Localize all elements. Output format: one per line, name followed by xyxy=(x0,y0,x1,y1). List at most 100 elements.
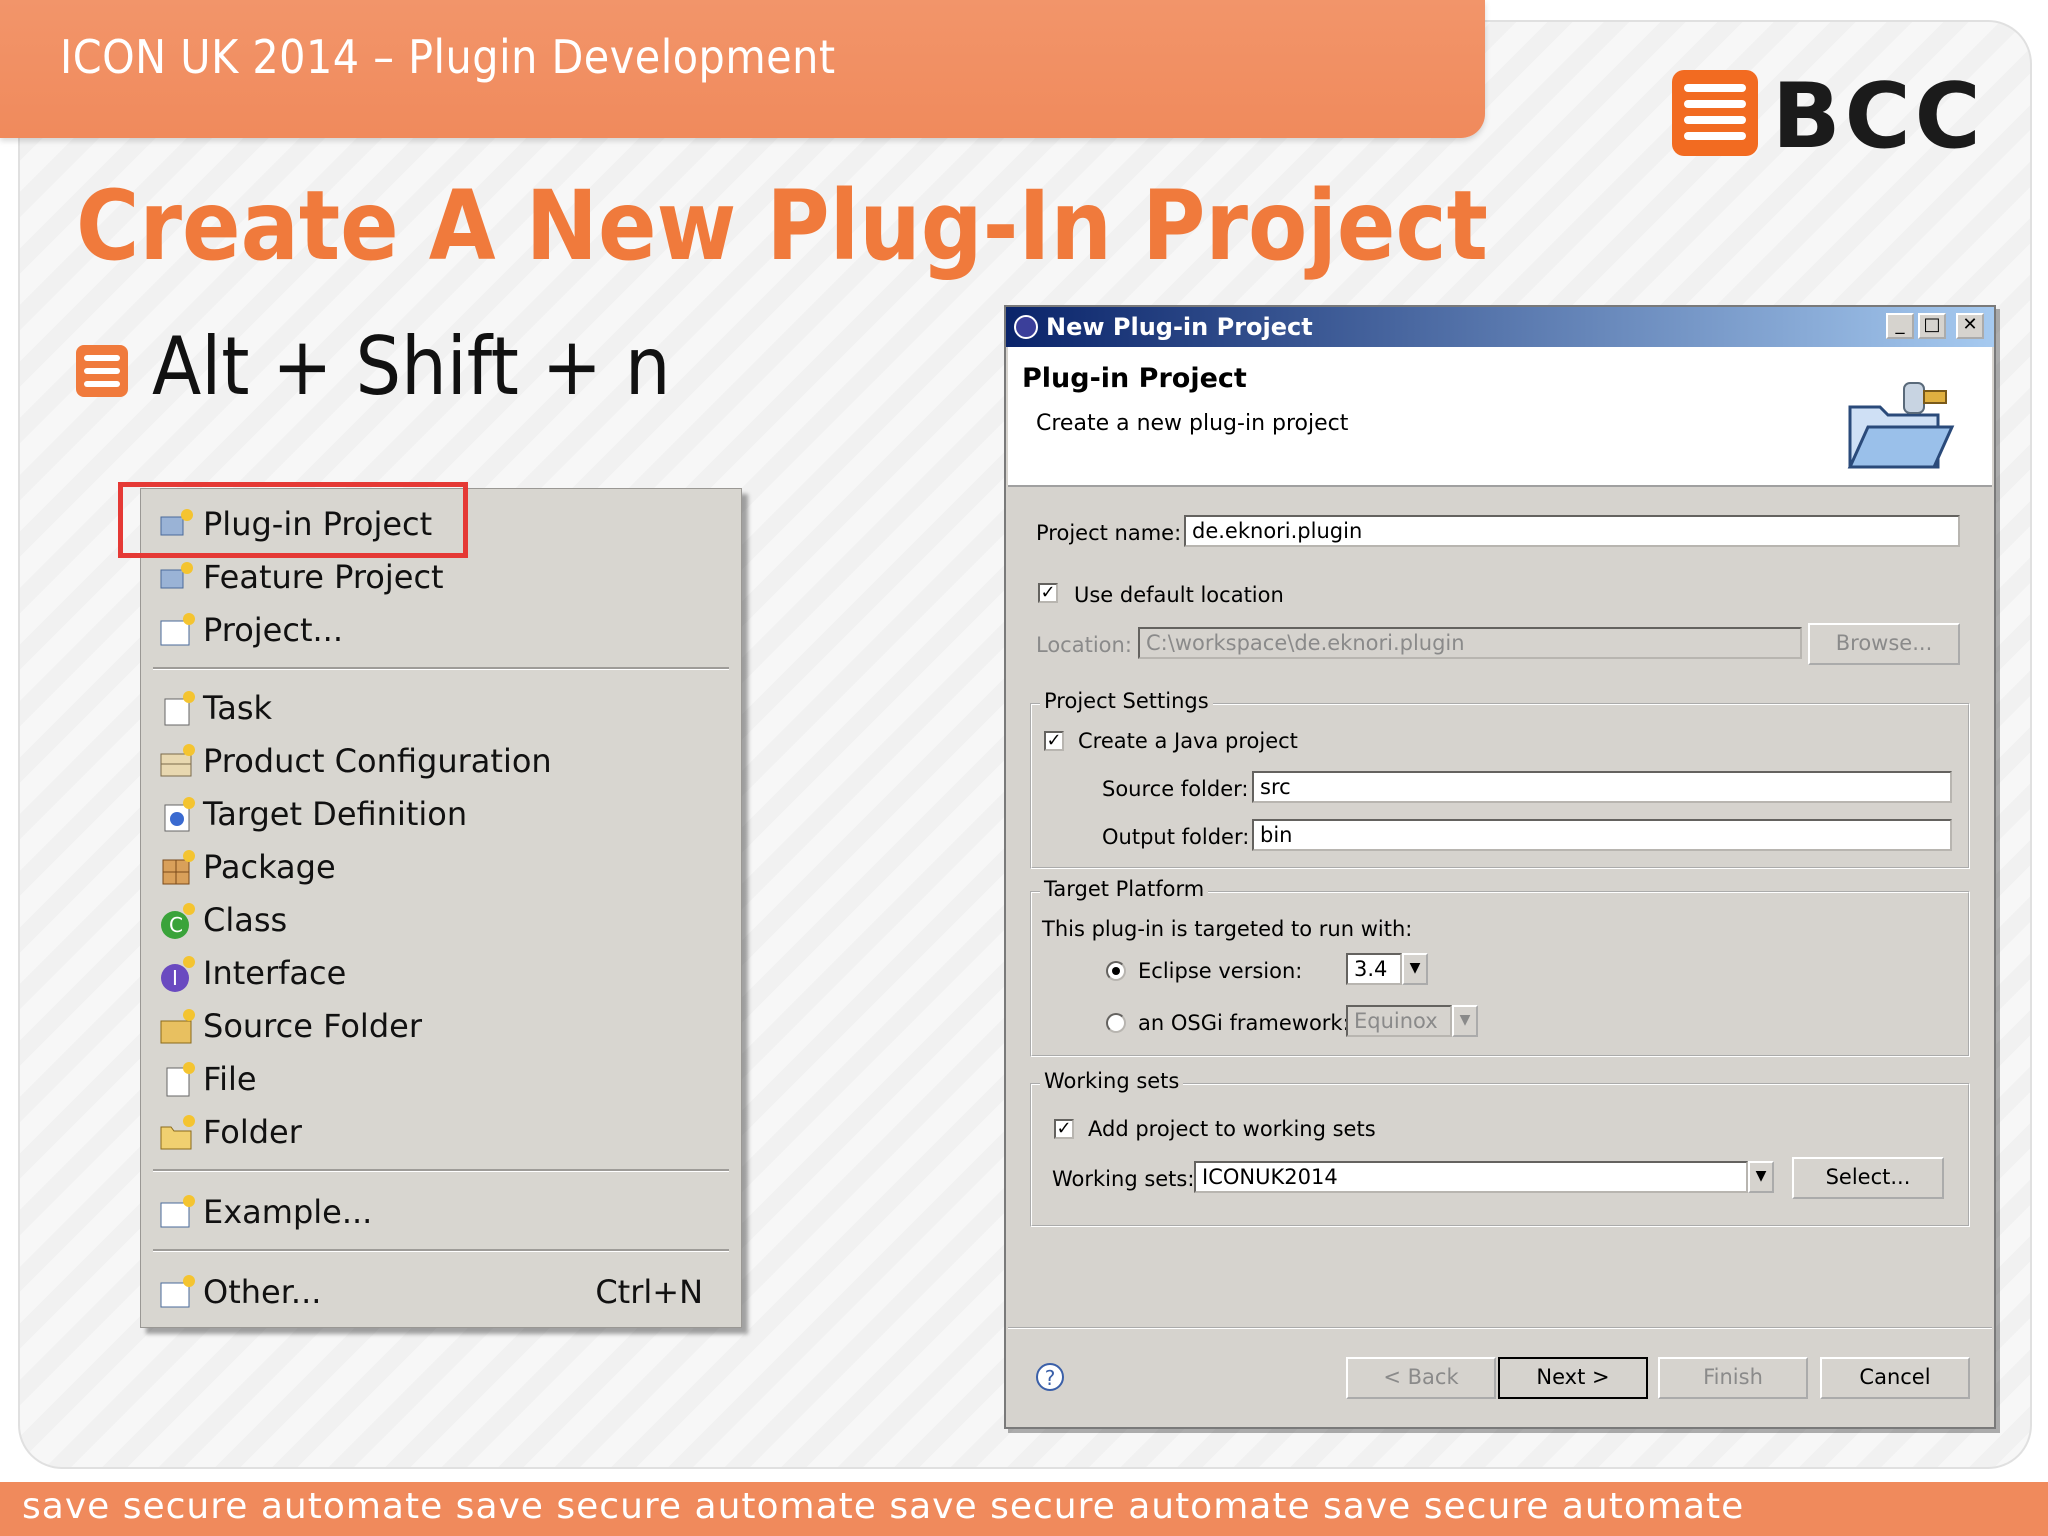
menu-item-label: Target Definition xyxy=(203,795,468,833)
chevron-down-icon[interactable]: ▼ xyxy=(1452,1005,1478,1037)
feature-project-icon xyxy=(157,558,197,598)
project-settings-title: Project Settings xyxy=(1040,689,1213,713)
project-name-label: Project name: xyxy=(1036,521,1182,545)
source-folder-label: Source folder: xyxy=(1102,777,1249,801)
menu-item-label: Package xyxy=(203,848,336,886)
slide-title: Create A New Plug-In Project xyxy=(76,170,1488,282)
product-configuration-icon xyxy=(157,742,197,782)
dialog-title: New Plug-in Project xyxy=(1046,313,1313,341)
project-icon xyxy=(157,611,197,651)
dialog-separator xyxy=(1008,1327,1992,1329)
output-folder-input[interactable]: bin xyxy=(1252,819,1952,851)
new-wizard-menu: Plug-in Project Feature Project Project.… xyxy=(140,488,742,1328)
bcc-logo-icon xyxy=(1672,70,1758,156)
working-sets-group: Working sets xyxy=(1030,1069,1970,1227)
next-button[interactable]: Next > xyxy=(1498,1357,1648,1399)
menu-item-example[interactable]: Example... xyxy=(153,1187,723,1237)
menu-item-project[interactable]: Project... xyxy=(153,605,723,655)
svg-text:I: I xyxy=(172,966,178,990)
project-name-input[interactable]: de.eknori.plugin xyxy=(1184,515,1960,547)
eclipse-version-label: Eclipse version: xyxy=(1138,959,1303,983)
source-folder-icon xyxy=(157,1007,197,1047)
menu-item-label: Interface xyxy=(203,954,347,992)
chevron-down-icon[interactable]: ▼ xyxy=(1748,1161,1774,1193)
working-sets-label: Working sets: xyxy=(1052,1167,1195,1191)
menu-item-class[interactable]: C Class xyxy=(153,895,723,945)
bcc-logo: BCC xyxy=(1672,64,1982,169)
example-icon xyxy=(157,1193,197,1233)
minimize-icon[interactable]: _ xyxy=(1886,313,1914,339)
eclipse-version-select[interactable]: 3.4 xyxy=(1346,953,1402,985)
header-band: ICON UK 2014 – Plugin Development xyxy=(0,0,1485,138)
file-icon xyxy=(157,1060,197,1100)
menu-separator xyxy=(153,1169,729,1172)
create-java-project-checkbox[interactable]: ✓ xyxy=(1044,731,1064,751)
other-icon xyxy=(157,1273,197,1313)
menu-separator xyxy=(153,1249,729,1252)
osgi-framework-radio[interactable] xyxy=(1106,1013,1126,1033)
output-folder-label: Output folder: xyxy=(1102,825,1250,849)
create-java-project-label: Create a Java project xyxy=(1078,729,1298,753)
wizard-heading: Plug-in Project xyxy=(1022,363,1247,394)
dialog-titlebar: New Plug-in Project _ □ ✕ xyxy=(1006,307,1994,347)
cancel-button[interactable]: Cancel xyxy=(1820,1357,1970,1399)
osgi-framework-label: an OSGi framework: xyxy=(1138,1011,1350,1035)
browse-button[interactable]: Browse... xyxy=(1808,623,1960,665)
footer-band: save secure automate save secure automat… xyxy=(0,1482,2048,1536)
location-input[interactable]: C:\workspace\de.eknori.plugin xyxy=(1138,627,1802,659)
menu-item-other[interactable]: Other... Ctrl+N xyxy=(153,1267,723,1317)
menu-item-label: Example... xyxy=(203,1193,373,1231)
menu-item-interface[interactable]: I Interface xyxy=(153,948,723,998)
eclipse-version-radio[interactable] xyxy=(1106,961,1126,981)
finish-button[interactable]: Finish xyxy=(1658,1357,1808,1399)
package-icon xyxy=(157,848,197,888)
highlight-box xyxy=(118,482,468,558)
target-platform-title: Target Platform xyxy=(1040,877,1209,901)
target-definition-icon xyxy=(157,795,197,835)
working-sets-title: Working sets xyxy=(1040,1069,1184,1093)
new-plugin-project-dialog: New Plug-in Project _ □ ✕ Plug-in Projec… xyxy=(1004,305,1996,1429)
menu-item-label: Other... xyxy=(203,1273,322,1311)
menu-item-label: Source Folder xyxy=(203,1007,422,1045)
class-icon: C xyxy=(157,901,197,941)
osgi-framework-select[interactable]: Equinox xyxy=(1346,1005,1452,1037)
close-icon[interactable]: ✕ xyxy=(1956,313,1984,339)
maximize-icon[interactable]: □ xyxy=(1918,313,1946,339)
add-to-working-sets-checkbox[interactable]: ✓ xyxy=(1054,1119,1074,1139)
menu-item-package[interactable]: Package xyxy=(153,842,723,892)
menu-item-product-configuration[interactable]: Product Configuration xyxy=(153,736,723,786)
menu-item-source-folder[interactable]: Source Folder xyxy=(153,1001,723,1051)
svg-text:C: C xyxy=(169,913,183,937)
menu-item-target-definition[interactable]: Target Definition xyxy=(153,789,723,839)
menu-item-shortcut: Ctrl+N xyxy=(595,1273,703,1311)
select-working-sets-button[interactable]: Select... xyxy=(1792,1157,1944,1199)
menu-separator xyxy=(153,667,729,670)
location-label: Location: xyxy=(1036,633,1132,657)
header-title: ICON UK 2014 – Plugin Development xyxy=(60,30,836,84)
menu-item-label: Class xyxy=(203,901,288,939)
menu-item-label: Folder xyxy=(203,1113,302,1151)
source-folder-input[interactable]: src xyxy=(1252,771,1952,803)
use-default-location-checkbox[interactable]: ✓ xyxy=(1038,583,1058,603)
eclipse-icon xyxy=(1014,315,1038,339)
wizard-banner: Plug-in Project Create a new plug-in pro… xyxy=(1008,347,1992,487)
help-icon[interactable]: ? xyxy=(1036,1363,1064,1391)
menu-item-label: Task xyxy=(203,689,273,727)
working-sets-select[interactable]: ICONUK2014 xyxy=(1194,1161,1748,1193)
bullet-shortcut-text: Alt + Shift + n xyxy=(152,320,671,413)
task-icon xyxy=(157,689,197,729)
bullet-icon xyxy=(76,345,128,397)
back-button[interactable]: < Back xyxy=(1346,1357,1496,1399)
menu-item-task[interactable]: Task xyxy=(153,683,723,733)
add-to-working-sets-label: Add project to working sets xyxy=(1088,1117,1376,1141)
menu-item-folder[interactable]: Folder xyxy=(153,1107,723,1157)
menu-item-label: File xyxy=(203,1060,257,1098)
wizard-folder-icon xyxy=(1847,382,1955,469)
chevron-down-icon[interactable]: ▼ xyxy=(1402,953,1428,985)
menu-item-file[interactable]: File xyxy=(153,1054,723,1104)
menu-item-feature-project[interactable]: Feature Project xyxy=(153,552,723,602)
footer-slogan: save secure automate save secure automat… xyxy=(22,1486,1745,1527)
target-platform-description: This plug-in is targeted to run with: xyxy=(1042,917,1413,941)
menu-item-label: Feature Project xyxy=(203,558,444,596)
interface-icon: I xyxy=(157,954,197,994)
